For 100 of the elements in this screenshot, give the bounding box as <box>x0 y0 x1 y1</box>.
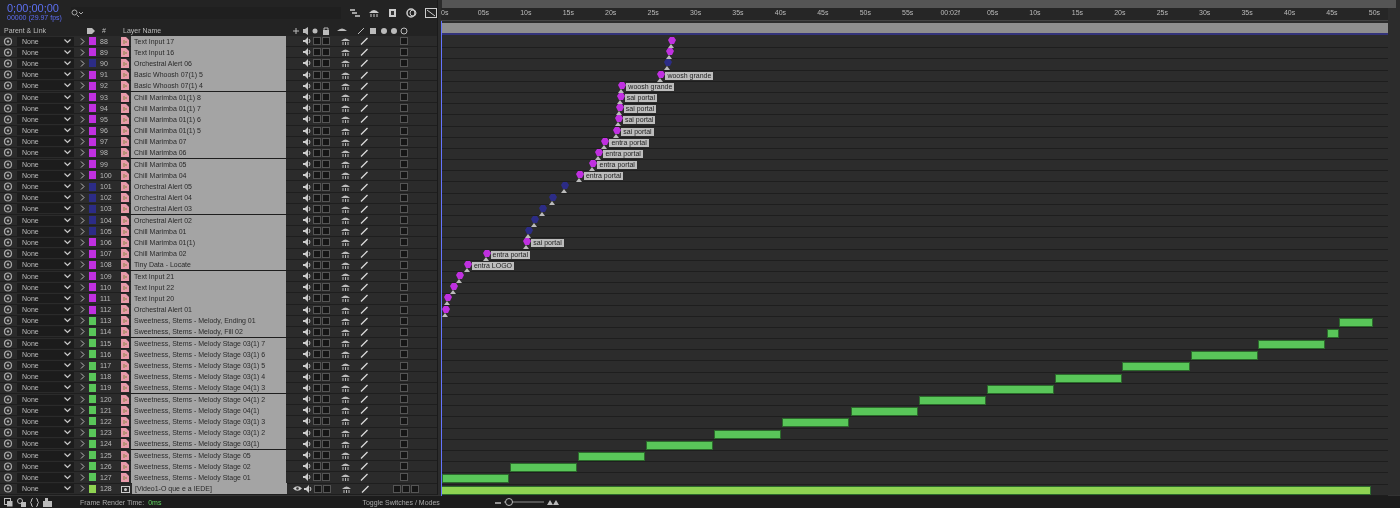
shy-icon[interactable] <box>368 7 380 18</box>
pick-whip-icon[interactable] <box>3 405 14 415</box>
layer-bar[interactable] <box>1258 340 1326 350</box>
speaker-icon[interactable] <box>303 260 311 269</box>
speaker-icon[interactable] <box>303 439 311 448</box>
speaker-icon[interactable] <box>303 37 311 46</box>
speaker-icon[interactable] <box>303 59 311 68</box>
layer-bar[interactable] <box>646 440 714 450</box>
pick-whip-icon[interactable] <box>3 361 14 371</box>
label-color-swatch[interactable] <box>89 294 96 303</box>
label-color-swatch[interactable] <box>89 383 96 392</box>
shy-icon[interactable] <box>341 115 350 124</box>
switch-slots-icon[interactable] <box>313 260 330 269</box>
pick-whip-icon[interactable] <box>3 226 14 236</box>
speaker-icon[interactable] <box>303 104 311 113</box>
label-color-swatch[interactable] <box>89 59 96 68</box>
layer-bar[interactable] <box>782 418 850 428</box>
label-color-swatch[interactable] <box>89 473 96 482</box>
speaker-icon[interactable] <box>303 339 311 348</box>
label-color-swatch[interactable] <box>89 238 96 247</box>
switch-slots-icon[interactable] <box>313 48 330 57</box>
label-color-swatch[interactable] <box>89 204 96 213</box>
switch-slots-icon[interactable] <box>313 115 330 124</box>
label-color-swatch[interactable] <box>89 81 96 90</box>
pick-whip-icon[interactable] <box>3 439 14 449</box>
speaker-icon[interactable] <box>303 204 311 213</box>
shy-icon[interactable] <box>341 417 350 426</box>
label-color-swatch[interactable] <box>89 339 96 348</box>
speaker-icon[interactable] <box>303 473 311 482</box>
switch-slots-icon[interactable] <box>313 227 330 236</box>
pick-whip-icon[interactable] <box>3 249 14 259</box>
switch-slots-icon[interactable] <box>313 473 330 482</box>
label-color-swatch[interactable] <box>89 428 96 437</box>
shy-icon[interactable] <box>341 350 350 359</box>
layer-marker[interactable] <box>450 283 459 295</box>
speaker-icon[interactable] <box>303 216 311 225</box>
label-color-swatch[interactable] <box>89 216 96 225</box>
shy-icon[interactable] <box>342 484 351 493</box>
pick-whip-icon[interactable] <box>3 170 14 180</box>
shy-icon[interactable] <box>341 294 350 303</box>
pick-whip-icon[interactable] <box>3 81 14 91</box>
label-color-swatch[interactable] <box>89 126 96 135</box>
shy-icon[interactable] <box>341 283 350 292</box>
switch-slots-icon[interactable] <box>313 462 330 471</box>
speaker-icon[interactable] <box>303 316 311 325</box>
speaker-icon[interactable] <box>303 428 311 437</box>
label-color-swatch[interactable] <box>89 395 96 404</box>
braces-icon[interactable] <box>30 497 39 507</box>
layer-bar[interactable] <box>1054 373 1122 383</box>
speaker-icon[interactable] <box>303 115 311 124</box>
shy-icon[interactable] <box>341 160 350 169</box>
layer-marker[interactable] <box>595 148 604 160</box>
layer-marker[interactable] <box>615 104 624 116</box>
speaker-icon[interactable] <box>303 48 311 57</box>
pick-whip-icon[interactable] <box>3 327 14 337</box>
shy-icon[interactable] <box>341 361 350 370</box>
layer-bar[interactable] <box>441 485 1371 495</box>
eye-icon[interactable] <box>293 485 302 493</box>
switch-slots-icon[interactable] <box>314 484 331 493</box>
shy-icon[interactable] <box>341 93 350 102</box>
layer-marker[interactable] <box>616 92 625 104</box>
switch-slots-icon[interactable] <box>313 439 330 448</box>
pick-whip-icon[interactable] <box>3 428 14 438</box>
speaker-icon[interactable] <box>303 160 311 169</box>
shy-icon[interactable] <box>341 439 350 448</box>
motion-blur-icon[interactable] <box>406 7 418 18</box>
speaker-icon[interactable] <box>303 350 311 359</box>
speaker-icon[interactable] <box>303 137 311 146</box>
label-color-swatch[interactable] <box>89 160 96 169</box>
label-color-swatch[interactable] <box>89 70 96 79</box>
switch-slots-icon[interactable] <box>313 406 330 415</box>
layer-bar[interactable] <box>850 407 918 417</box>
shy-icon[interactable] <box>341 126 350 135</box>
label-color-swatch[interactable] <box>89 93 96 102</box>
speaker-icon[interactable] <box>303 451 311 460</box>
label-color-swatch[interactable] <box>89 316 96 325</box>
pick-whip-icon[interactable] <box>3 305 14 315</box>
shy-icon[interactable] <box>341 462 350 471</box>
label-color-swatch[interactable] <box>89 417 96 426</box>
shy-icon[interactable] <box>341 316 350 325</box>
switch-slots-icon[interactable] <box>313 339 330 348</box>
label-color-swatch[interactable] <box>89 406 96 415</box>
switch-slots-icon[interactable] <box>313 451 330 460</box>
layer-marker[interactable] <box>665 48 674 60</box>
label-color-swatch[interactable] <box>89 148 96 157</box>
layer-marker[interactable] <box>548 193 557 205</box>
label-color-swatch[interactable] <box>89 227 96 236</box>
label-color-swatch[interactable] <box>89 361 96 370</box>
pick-whip-icon[interactable] <box>3 472 14 482</box>
layer-marker[interactable] <box>618 81 627 93</box>
pick-whip-icon[interactable] <box>3 159 14 169</box>
pick-whip-icon[interactable] <box>3 204 14 214</box>
layer-marker[interactable] <box>443 294 452 306</box>
switch-slots-icon[interactable] <box>313 93 330 102</box>
switch-slots-icon[interactable] <box>393 484 419 493</box>
shy-icon[interactable] <box>341 148 350 157</box>
shy-icon[interactable] <box>341 81 350 90</box>
shy-icon[interactable] <box>341 383 350 392</box>
shy-icon[interactable] <box>341 249 350 258</box>
switch-slots-icon[interactable] <box>313 148 330 157</box>
